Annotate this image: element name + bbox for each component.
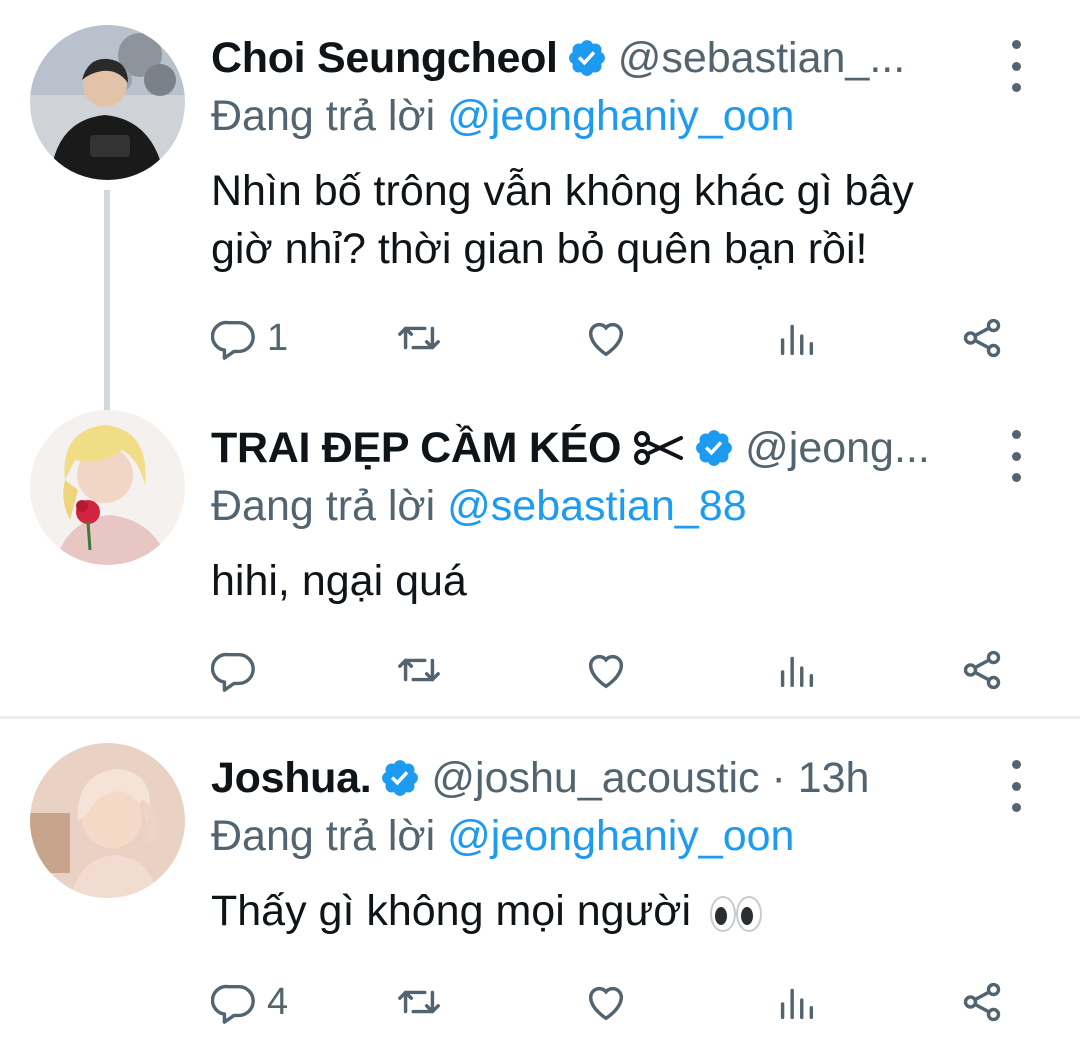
tweet-actions: 1 xyxy=(211,308,1011,368)
replying-to: Đang trả lời @jeonghaniy_oon xyxy=(211,812,794,861)
tweet-actions xyxy=(211,640,1011,700)
tweet-divider xyxy=(0,716,1080,719)
avatar[interactable] xyxy=(30,743,185,898)
tweet-header: TRAI ĐẸP CẦM KÉO @jeong... xyxy=(211,418,930,478)
tweet-text-line: Thấy gì không mọi người xyxy=(211,882,1011,940)
analytics-button[interactable] xyxy=(773,640,819,700)
replying-to-label: Đang trả lời xyxy=(211,92,436,140)
verified-badge-icon xyxy=(566,37,608,79)
retweet-icon xyxy=(398,990,440,1014)
more-options-icon[interactable] xyxy=(1000,40,1032,92)
display-name[interactable]: Choi Seungcheol xyxy=(211,34,558,83)
analytics-icon xyxy=(780,988,814,1020)
retweet-button[interactable] xyxy=(396,640,442,700)
eyes-icon xyxy=(709,894,763,934)
tweet-text-line: giờ nhỉ? thời gian bỏ quên bạn rồi! xyxy=(211,225,868,273)
tweet-text-line: Nhìn bố trông vẫn không khác gì bây xyxy=(211,167,914,215)
replying-to-label: Đang trả lời xyxy=(211,812,436,860)
user-handle[interactable]: @jeong... xyxy=(745,424,930,473)
tweet-text: Nhìn bố trông vẫn không khác gì bây giờ … xyxy=(211,162,1011,278)
reply-icon xyxy=(211,320,255,360)
more-options-icon[interactable] xyxy=(1000,760,1032,812)
tweet-1[interactable]: Choi Seungcheol @sebastian_... Đang trả … xyxy=(0,20,1080,410)
like-button[interactable] xyxy=(583,640,629,700)
reply-button[interactable] xyxy=(211,640,267,700)
replying-to: Đang trả lời @jeonghaniy_oon xyxy=(211,92,794,141)
user-handle[interactable]: @sebastian_... xyxy=(618,34,905,83)
display-name[interactable]: TRAI ĐẸP CẦM KÉO xyxy=(211,424,621,473)
user-handle[interactable]: @joshu_acoustic · 13h xyxy=(431,754,869,803)
analytics-icon xyxy=(780,324,814,356)
reply-mention-link[interactable]: @sebastian_88 xyxy=(447,482,746,530)
like-button[interactable] xyxy=(583,308,629,368)
tweet-text-line: hihi, ngại quá xyxy=(211,557,467,605)
share-icon xyxy=(963,982,1001,1022)
share-button[interactable] xyxy=(959,640,1005,700)
reply-mention-link[interactable]: @jeonghaniy_oon xyxy=(447,812,794,860)
tweet-text: Thấy gì không mọi người xyxy=(211,882,1011,940)
retweet-icon xyxy=(398,326,440,350)
retweet-icon xyxy=(398,658,440,682)
reply-icon xyxy=(211,652,255,692)
replying-to: Đang trả lời @sebastian_88 xyxy=(211,482,747,531)
scissors-icon xyxy=(633,428,685,468)
share-icon xyxy=(963,650,1001,690)
share-button[interactable] xyxy=(959,972,1005,1032)
reply-count: 4 xyxy=(267,980,289,1023)
analytics-icon xyxy=(780,656,814,688)
retweet-button[interactable] xyxy=(396,972,442,1032)
heart-icon xyxy=(588,654,624,689)
tweet-header: Joshua. @joshu_acoustic · 13h xyxy=(211,748,869,808)
reply-button[interactable]: 4 xyxy=(211,972,288,1032)
reply-count: 1 xyxy=(267,316,289,359)
display-name[interactable]: Joshua. xyxy=(211,754,372,803)
verified-badge-icon xyxy=(693,427,735,469)
tweet-header: Choi Seungcheol @sebastian_... xyxy=(211,28,905,88)
tweet-text-content: Thấy gì không mọi người xyxy=(211,887,692,935)
tweet-actions: 4 xyxy=(211,972,1011,1032)
share-button[interactable] xyxy=(959,308,1005,368)
reply-button[interactable]: 1 xyxy=(211,308,288,368)
heart-icon xyxy=(588,986,624,1021)
tweet-2[interactable]: TRAI ĐẸP CẦM KÉO @jeong... Đang trả lời … xyxy=(0,410,1080,715)
like-button[interactable] xyxy=(583,972,629,1032)
retweet-button[interactable] xyxy=(396,308,442,368)
avatar[interactable] xyxy=(30,410,185,565)
replying-to-label: Đang trả lời xyxy=(211,482,436,530)
more-options-icon[interactable] xyxy=(1000,430,1032,482)
analytics-button[interactable] xyxy=(773,972,819,1032)
reply-mention-link[interactable]: @jeonghaniy_oon xyxy=(447,92,794,140)
share-icon xyxy=(963,318,1001,358)
heart-icon xyxy=(588,322,624,357)
tweet-text: hihi, ngại quá xyxy=(211,552,1011,610)
verified-badge-icon xyxy=(379,757,421,799)
reply-icon xyxy=(211,984,255,1024)
analytics-button[interactable] xyxy=(773,308,819,368)
avatar[interactable] xyxy=(30,25,185,180)
tweet-3[interactable]: Joshua. @joshu_acoustic · 13h Đang trả l… xyxy=(0,740,1080,1052)
thread-line xyxy=(104,190,110,410)
